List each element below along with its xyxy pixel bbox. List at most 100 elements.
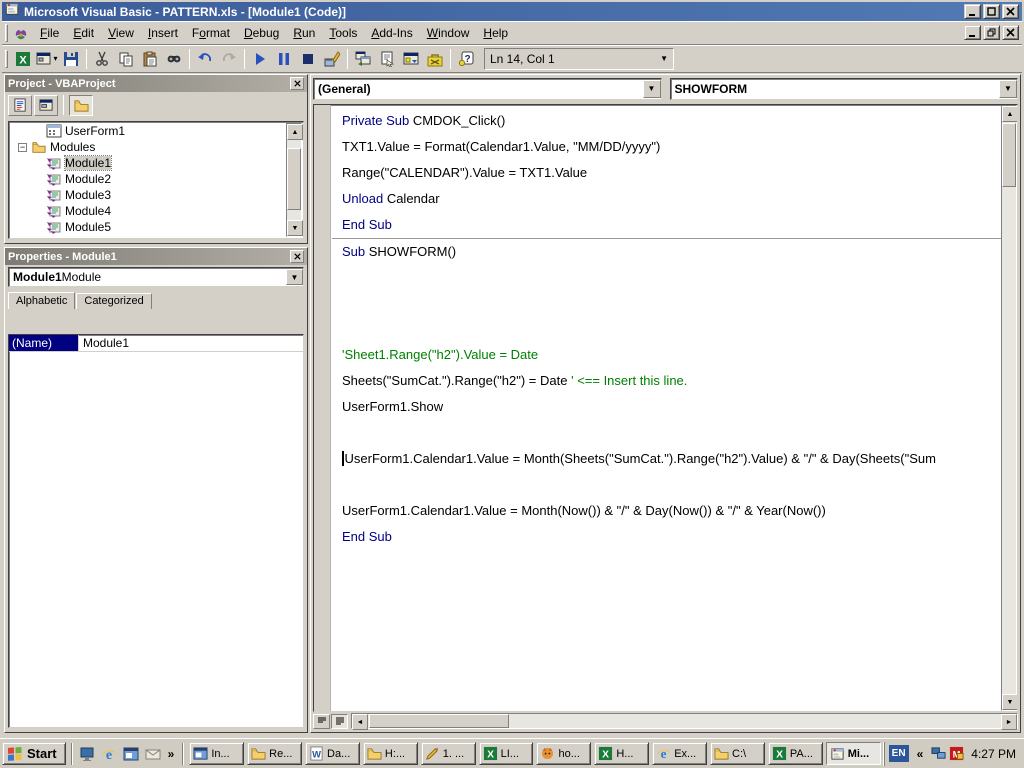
toolbar-button-redo[interactable] <box>217 48 241 70</box>
scroll-up-icon[interactable]: ▲ <box>287 124 303 140</box>
scroll-thumb[interactable] <box>1002 123 1016 187</box>
menu-item-help[interactable]: Help <box>476 23 515 43</box>
toolbar-button-toolbox[interactable] <box>423 48 447 70</box>
quick-launch-ie-icon[interactable]: e <box>100 745 118 763</box>
menu-item-format[interactable]: Format <box>185 23 237 43</box>
task-button-h[interactable]: H:... <box>363 742 418 765</box>
toolbar-button-view-microsoft-excel[interactable]: X <box>11 48 35 70</box>
task-button-in[interactable]: In... <box>189 742 244 765</box>
code-line-4[interactable]: Unload Calendar <box>332 186 1001 212</box>
code-editor[interactable]: Private Sub CMDOK_Click()TXT1.Value = Fo… <box>313 104 1018 712</box>
project-close-button[interactable] <box>290 77 304 90</box>
mdi-minimize-button[interactable] <box>964 25 981 40</box>
scroll-left-icon[interactable]: ◄ <box>352 714 368 730</box>
code-line-3[interactable]: Range("CALENDAR").Value = TXT1.Value <box>332 160 1001 186</box>
menu-item-view[interactable]: View <box>101 23 141 43</box>
task-button-mi[interactable]: Mi... <box>826 742 881 765</box>
procedure-dropdown-icon[interactable]: ▼ <box>999 80 1017 98</box>
menu-item-debug[interactable]: Debug <box>237 23 286 43</box>
menu-item-addins[interactable]: Add-Ins <box>364 23 419 43</box>
tree-item-module5[interactable]: Module5 <box>10 219 286 235</box>
project-button-view-code[interactable] <box>8 95 32 116</box>
margin-indicator-bar[interactable] <box>314 105 331 711</box>
task-button-da[interactable]: WDa... <box>305 742 360 765</box>
tree-item-module3[interactable]: Module3 <box>10 187 286 203</box>
code-line-8[interactable] <box>332 290 1001 316</box>
task-button-ex[interactable]: eEx... <box>652 742 707 765</box>
toolbar-grip[interactable] <box>5 50 8 68</box>
menu-item-file[interactable]: File <box>33 23 66 43</box>
properties-close-button[interactable] <box>290 250 304 263</box>
scroll-thumb[interactable] <box>369 714 509 728</box>
toolbar-button-break[interactable] <box>272 48 296 70</box>
code-line-10[interactable]: 'Sheet1.Range("h2").Value = Date <box>332 342 1001 368</box>
code-line-13[interactable] <box>332 420 1001 446</box>
code-line-5[interactable]: End Sub <box>332 212 1001 238</box>
quick-launch-overflow[interactable]: » <box>165 747 178 761</box>
scroll-down-icon[interactable]: ▼ <box>1002 694 1018 710</box>
property-row[interactable]: (Name)Module1 <box>9 335 303 352</box>
toolbar-button-design-mode[interactable] <box>320 48 344 70</box>
tree-item-module2[interactable]: Module2 <box>10 171 286 187</box>
start-button[interactable]: Start <box>2 742 66 765</box>
code-hscrollbar[interactable]: ◄ ► <box>351 713 1018 729</box>
tray-mcafee-icon[interactable]: M <box>949 746 964 761</box>
scroll-down-icon[interactable]: ▼ <box>287 220 303 236</box>
object-dropdown-icon[interactable]: ▼ <box>643 80 661 98</box>
toolbar-button-run-sub[interactable] <box>248 48 272 70</box>
quick-launch-mail-icon[interactable] <box>144 745 162 763</box>
quick-launch-desktop-icon[interactable] <box>78 745 96 763</box>
tree-item-module4[interactable]: Module4 <box>10 203 286 219</box>
code-line-6[interactable]: Sub SHOWFORM() <box>332 238 1001 264</box>
task-button-c[interactable]: C:\ <box>710 742 765 765</box>
mdi-restore-button[interactable] <box>983 25 1000 40</box>
project-button-toggle-folders[interactable] <box>69 95 93 116</box>
position-dropdown-icon[interactable]: ▼ <box>660 54 668 63</box>
object-dropdown[interactable]: (General) ▼ <box>313 78 662 100</box>
toolbar-button-reset[interactable] <box>296 48 320 70</box>
toolbar-button-cut[interactable] <box>90 48 114 70</box>
menu-grip[interactable] <box>5 24 8 42</box>
tree-expander-icon[interactable]: − <box>18 143 27 152</box>
toolbar-button-insert-userform[interactable]: ▾ <box>35 48 59 70</box>
maximize-button[interactable] <box>983 4 1000 19</box>
task-button-1[interactable]: 1. ... <box>421 742 476 765</box>
scroll-thumb[interactable] <box>287 148 301 210</box>
code-line-2[interactable]: TXT1.Value = Format(Calendar1.Value, "MM… <box>332 134 1001 160</box>
full-module-view-button[interactable] <box>331 714 348 729</box>
toolbar-button-object-browser[interactable] <box>399 48 423 70</box>
code-line-16[interactable]: UserForm1.Calendar1.Value = Month(Now())… <box>332 498 1001 524</box>
toolbar-button-paste[interactable] <box>138 48 162 70</box>
close-button[interactable] <box>1002 4 1019 19</box>
task-button-li[interactable]: XLI... <box>479 742 534 765</box>
tree-item-userform1[interactable]: UserForm1 <box>10 123 286 139</box>
language-indicator[interactable]: EN <box>889 745 909 762</box>
toolbar-button-project-explorer[interactable] <box>351 48 375 70</box>
procedure-dropdown[interactable]: SHOWFORM ▼ <box>670 78 1019 100</box>
object-combo[interactable]: Module1 Module ▼ <box>8 267 304 287</box>
menu-item-insert[interactable]: Insert <box>141 23 185 43</box>
position-box[interactable]: Ln 14, Col 1 ▼ <box>484 48 674 70</box>
toolbar-button-save[interactable] <box>59 48 83 70</box>
toolbar-button-find[interactable] <box>162 48 186 70</box>
task-button-ho[interactable]: ho... <box>536 742 591 765</box>
project-tree-scrollbar[interactable]: ▲ ▼ <box>286 123 302 237</box>
toolbar-button-undo[interactable] <box>193 48 217 70</box>
dropdown-caret-icon[interactable]: ▾ <box>53 54 57 63</box>
task-button-re[interactable]: Re... <box>247 742 302 765</box>
code-line-9[interactable] <box>332 316 1001 342</box>
code-line-17[interactable]: End Sub <box>332 524 1001 550</box>
code-line-11[interactable]: Sheets("SumCat.").Range("h2") = Date ' <… <box>332 368 1001 394</box>
menu-item-edit[interactable]: Edit <box>66 23 101 43</box>
menu-item-window[interactable]: Window <box>420 23 477 43</box>
task-button-h[interactable]: XH... <box>594 742 649 765</box>
tray-net-icon[interactable] <box>931 746 946 761</box>
project-button-view-object[interactable] <box>34 95 58 116</box>
code-line-12[interactable]: UserForm1.Show <box>332 394 1001 420</box>
mdi-close-button[interactable] <box>1002 25 1019 40</box>
toolbar-button-properties-window[interactable] <box>375 48 399 70</box>
task-button-pa[interactable]: XPA... <box>768 742 823 765</box>
code-vscrollbar[interactable]: ▲ ▼ <box>1001 105 1017 711</box>
tree-item-modules[interactable]: −Modules <box>10 139 286 155</box>
toolbar-button-help[interactable]: ? <box>454 48 478 70</box>
